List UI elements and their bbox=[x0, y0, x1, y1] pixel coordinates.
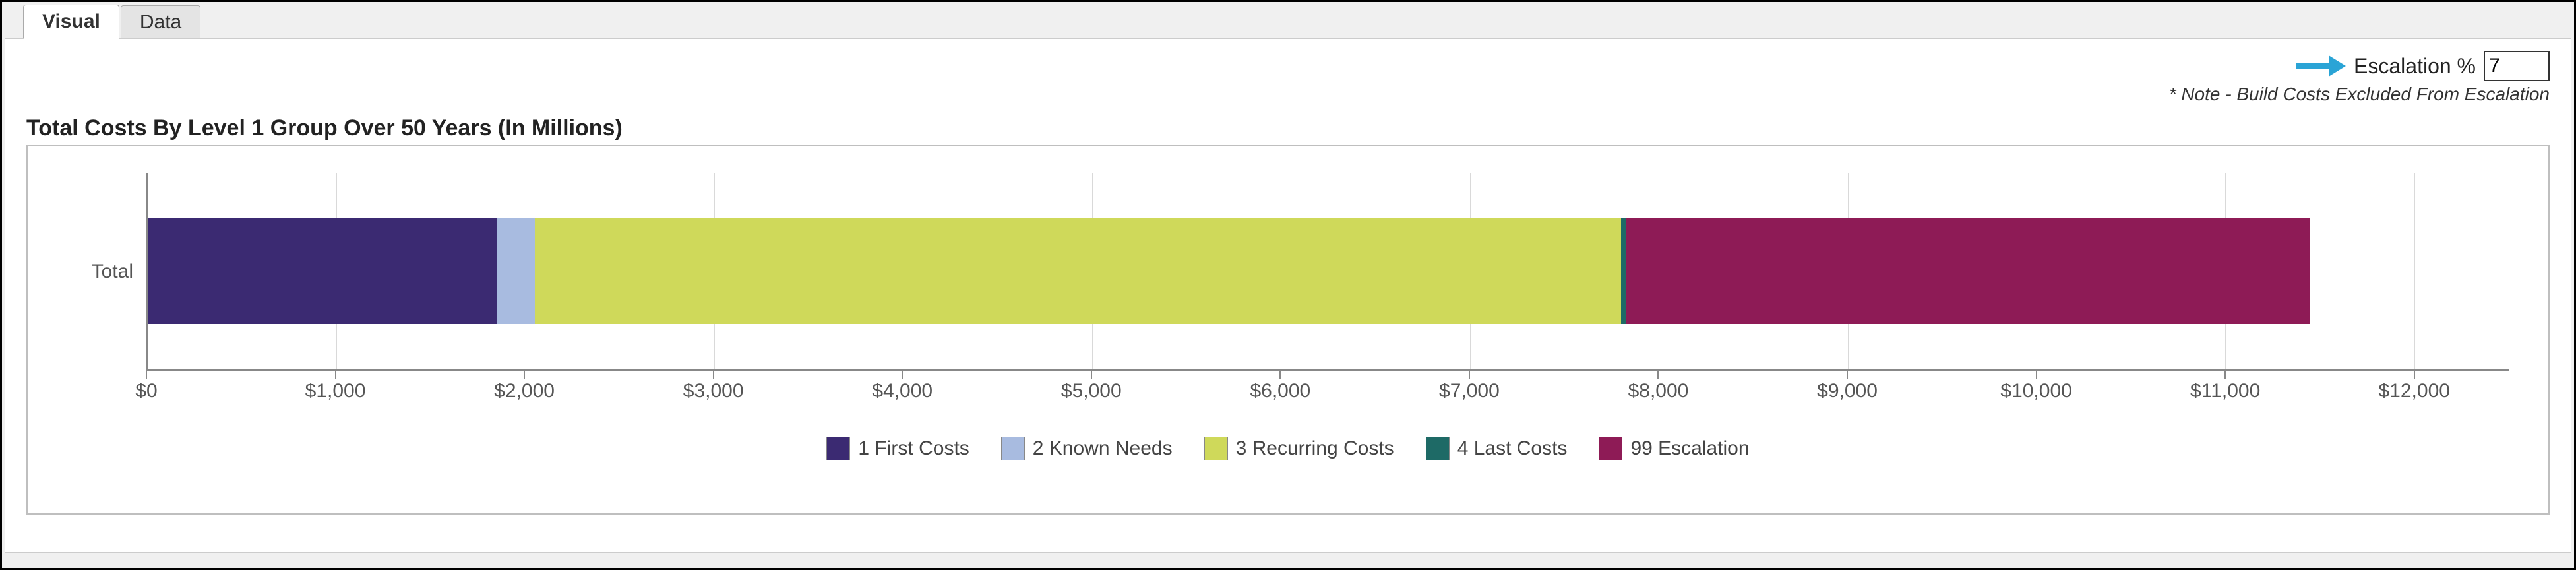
arrow-right-icon bbox=[2293, 53, 2346, 79]
x-tick-mark bbox=[2036, 371, 2037, 379]
x-tick-label: $11,000 bbox=[2190, 380, 2260, 402]
tab-row: Visual Data bbox=[5, 5, 2571, 39]
x-tick-label: $9,000 bbox=[1817, 380, 1878, 402]
x-tick-mark bbox=[1279, 371, 1281, 379]
tab-data[interactable]: Data bbox=[121, 5, 200, 39]
legend-swatch bbox=[1599, 437, 1622, 460]
gridline bbox=[2414, 173, 2415, 369]
plot-area: Total bbox=[67, 173, 2509, 371]
chart-title: Total Costs By Level 1 Group Over 50 Yea… bbox=[26, 115, 2550, 141]
x-tick-label: $10,000 bbox=[2000, 380, 2071, 402]
x-tick-mark bbox=[146, 371, 147, 379]
legend-item: 4 Last Costs bbox=[1426, 437, 1568, 460]
y-tick-label: Total bbox=[92, 261, 133, 283]
x-tick-label: $12,000 bbox=[2378, 380, 2449, 402]
bars-wrap bbox=[146, 173, 2509, 371]
x-tick-label: $6,000 bbox=[1250, 380, 1310, 402]
x-axis: $0$1,000$2,000$3,000$4,000$5,000$6,000$7… bbox=[146, 371, 2509, 404]
chart-area: Total $0 $1,000 $2,000 $3,000 $4,000 $5,000 $6… bbox=[26, 145, 2550, 515]
top-controls: Escalation % bbox=[26, 51, 2550, 81]
x-tick-mark bbox=[1091, 371, 1092, 379]
legend-swatch bbox=[1426, 437, 1450, 460]
x-tick-label: $1,000 bbox=[305, 380, 366, 402]
x-tick-label: $3,000 bbox=[683, 380, 744, 402]
y-axis: Total bbox=[67, 173, 146, 371]
legend-label: 99 Escalation bbox=[1630, 437, 1749, 460]
escalation-label: Escalation % bbox=[2354, 54, 2476, 79]
x-tick-label: $0 bbox=[135, 380, 157, 402]
escalation-input[interactable] bbox=[2484, 51, 2550, 81]
x-tick-label: $7,000 bbox=[1439, 380, 1500, 402]
legend-item: 2 Known Needs bbox=[1001, 437, 1173, 460]
x-tick-label: $2,000 bbox=[494, 380, 555, 402]
bar-row bbox=[148, 218, 2310, 324]
bar-segment bbox=[497, 218, 535, 324]
visual-panel: Escalation % * Note - Build Costs Exclud… bbox=[5, 38, 2571, 553]
legend: 1 First Costs 2 Known Needs 3 Recurring Co… bbox=[67, 437, 2509, 460]
legend-item: 3 Recurring Costs bbox=[1204, 437, 1394, 460]
bar-segment bbox=[535, 218, 1621, 324]
legend-item: 1 First Costs bbox=[826, 437, 969, 460]
bar-segment bbox=[148, 218, 497, 324]
legend-label: 1 First Costs bbox=[858, 437, 969, 460]
x-tick-mark bbox=[2414, 371, 2415, 379]
legend-label: 4 Last Costs bbox=[1457, 437, 1568, 460]
legend-swatch bbox=[826, 437, 850, 460]
x-tick-mark bbox=[2224, 371, 2226, 379]
x-tick-label: $5,000 bbox=[1061, 380, 1122, 402]
legend-label: 3 Recurring Costs bbox=[1236, 437, 1394, 460]
app-frame: Visual Data Escalation % * Note - Build … bbox=[0, 0, 2576, 570]
legend-label: 2 Known Needs bbox=[1033, 437, 1173, 460]
legend-swatch bbox=[1204, 437, 1228, 460]
x-tick-mark bbox=[1469, 371, 1470, 379]
bar-segment bbox=[1626, 218, 2310, 324]
legend-swatch bbox=[1001, 437, 1025, 460]
legend-item: 99 Escalation bbox=[1599, 437, 1749, 460]
x-tick-mark bbox=[1657, 371, 1659, 379]
bar-segment bbox=[1621, 218, 1627, 324]
x-tick-label: $4,000 bbox=[872, 380, 933, 402]
x-tick-label: $8,000 bbox=[1628, 380, 1689, 402]
x-tick-mark bbox=[524, 371, 525, 379]
x-tick-mark bbox=[713, 371, 714, 379]
escalation-note: * Note - Build Costs Excluded From Escal… bbox=[26, 84, 2550, 105]
tab-visual[interactable]: Visual bbox=[23, 5, 119, 39]
x-tick-mark bbox=[902, 371, 903, 379]
x-tick-mark bbox=[335, 371, 336, 379]
x-tick-mark bbox=[1847, 371, 1848, 379]
